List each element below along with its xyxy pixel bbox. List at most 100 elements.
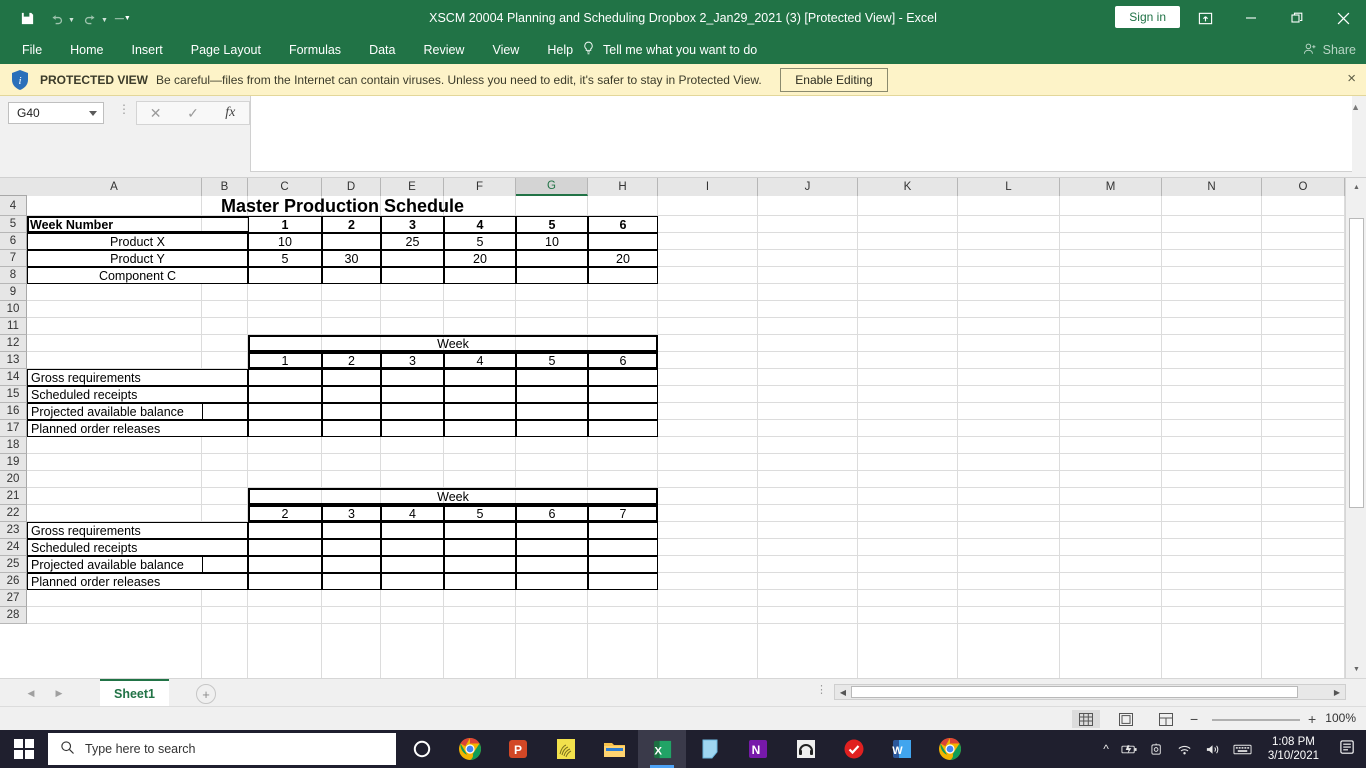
mps-cell-r0-w2[interactable] — [322, 233, 381, 250]
mps-cell-r2-w6[interactable] — [588, 267, 658, 284]
row-header-15[interactable]: 15 — [0, 386, 27, 403]
row-header-5[interactable]: 5 — [0, 216, 27, 233]
redo-dropdown-icon[interactable]: ▼ — [101, 17, 108, 24]
next-sheet-icon[interactable]: ▶ — [50, 685, 68, 701]
row-header-18[interactable]: 18 — [0, 437, 27, 454]
column-header-c[interactable]: C — [248, 178, 322, 196]
volume-icon[interactable] — [1199, 743, 1227, 756]
expand-formula-bar-icon[interactable]: ▲ — [1351, 102, 1360, 112]
mrp2-cell-r1-w5[interactable] — [516, 539, 588, 556]
column-header-j[interactable]: J — [758, 178, 858, 196]
battery-icon[interactable] — [1115, 743, 1144, 756]
mrp1-cell-r1-w6[interactable] — [588, 386, 658, 403]
mrp1-cell-r1-w2[interactable] — [322, 386, 381, 403]
mrp1-week-2[interactable]: 2 — [322, 352, 381, 369]
mrp2-week-2[interactable]: 2 — [248, 505, 322, 522]
mrp2-cell-r2-w4[interactable] — [444, 556, 516, 573]
column-header-m[interactable]: M — [1060, 178, 1162, 196]
normal-view-icon[interactable] — [1072, 710, 1100, 728]
vertical-scroll-thumb[interactable] — [1349, 218, 1364, 508]
check-icon[interactable]: ✓ — [174, 102, 211, 124]
mps-cell-r0-w4[interactable]: 5 — [444, 233, 516, 250]
row-header-11[interactable]: 11 — [0, 318, 27, 335]
page-break-preview-icon[interactable] — [1152, 710, 1180, 728]
mrp1-cell-r2-w1[interactable] — [248, 403, 322, 420]
mrp2-cell-r2-w2[interactable] — [322, 556, 381, 573]
column-header-o[interactable]: O — [1262, 178, 1345, 196]
mps-row-label-0[interactable]: Product X — [27, 233, 248, 250]
column-header-b[interactable]: B — [202, 178, 248, 196]
mrp2-week-4[interactable]: 4 — [381, 505, 444, 522]
mrp2-cell-r2-w5[interactable] — [516, 556, 588, 573]
mrp1-week-5[interactable]: 5 — [516, 352, 588, 369]
scroll-down-icon[interactable]: ▼ — [1346, 660, 1366, 678]
tell-me-search[interactable]: Tell me what you want to do — [582, 36, 757, 64]
thumbprint-icon[interactable] — [542, 730, 590, 768]
undo-dropdown-icon[interactable]: ▼ — [68, 17, 75, 24]
mrp1-cell-r0-w1[interactable] — [248, 369, 322, 386]
mrp1-row-label-1[interactable]: Scheduled receipts — [27, 386, 248, 403]
mps-week-header-4[interactable]: 4 — [444, 216, 516, 233]
row-header-19[interactable]: 19 — [0, 454, 27, 471]
keyboard-icon[interactable] — [1227, 743, 1258, 756]
column-header-e[interactable]: E — [381, 178, 444, 196]
mps-week-header-5[interactable]: 5 — [516, 216, 588, 233]
mps-cell-r0-w3[interactable]: 25 — [381, 233, 444, 250]
mps-row-label-2[interactable]: Component C — [27, 267, 248, 284]
mrp2-cell-r1-w4[interactable] — [444, 539, 516, 556]
mrp1-cell-r3-w1[interactable] — [248, 420, 322, 437]
row-header-6[interactable]: 6 — [0, 233, 27, 250]
mrp2-week-header[interactable]: Week — [248, 488, 658, 505]
previous-sheet-icon[interactable]: ◀ — [22, 685, 40, 701]
search-input[interactable]: Type here to search — [48, 733, 396, 765]
mps-cell-r2-w1[interactable] — [248, 267, 322, 284]
scroll-left-icon[interactable]: ◀ — [836, 686, 850, 698]
row-header-9[interactable]: 9 — [0, 284, 27, 301]
mps-cell-r1-w2[interactable]: 30 — [322, 250, 381, 267]
minimize-icon[interactable] — [1228, 0, 1274, 36]
row-header-24[interactable]: 24 — [0, 539, 27, 556]
column-header-f[interactable]: F — [444, 178, 516, 196]
mrp2-cell-r3-w2[interactable] — [322, 573, 381, 590]
mrp2-week-7[interactable]: 7 — [588, 505, 658, 522]
row-header-17[interactable]: 17 — [0, 420, 27, 437]
mrp1-cell-r1-w1[interactable] — [248, 386, 322, 403]
zoom-slider[interactable] — [1212, 719, 1300, 721]
mps-cell-r2-w4[interactable] — [444, 267, 516, 284]
name-box[interactable]: G40 — [8, 102, 104, 124]
show-hidden-icons-icon[interactable]: ^ — [1097, 742, 1115, 756]
mrp1-cell-r0-w5[interactable] — [516, 369, 588, 386]
row-header-10[interactable]: 10 — [0, 301, 27, 318]
row-header-25[interactable]: 25 — [0, 556, 27, 573]
row-header-14[interactable]: 14 — [0, 369, 27, 386]
mrp2-row-label-3[interactable]: Planned order releases — [27, 573, 248, 590]
enable-editing-button[interactable]: Enable Editing — [780, 68, 888, 92]
mrp2-cell-r2-w1[interactable] — [248, 556, 322, 573]
mps-cell-r1-w1[interactable]: 5 — [248, 250, 322, 267]
close-icon[interactable] — [1320, 0, 1366, 36]
mrp1-cell-r2-w2[interactable] — [322, 403, 381, 420]
restore-icon[interactable] — [1274, 0, 1320, 36]
mrp1-row-label-0[interactable]: Gross requirements — [27, 369, 248, 386]
mps-cell-r0-w5[interactable]: 10 — [516, 233, 588, 250]
mps-cell-r2-w2[interactable] — [322, 267, 381, 284]
word-icon[interactable]: W — [878, 730, 926, 768]
mrp2-cell-r3-w6[interactable] — [588, 573, 658, 590]
sticky-notes-icon[interactable] — [686, 730, 734, 768]
mps-week-header-2[interactable]: 2 — [322, 216, 381, 233]
mrp1-cell-r3-w3[interactable] — [381, 420, 444, 437]
mrp2-row-label-1[interactable]: Scheduled receipts — [27, 539, 248, 556]
clock[interactable]: 1:08 PM 3/10/2021 — [1258, 735, 1329, 763]
mrp2-cell-r0-w3[interactable] — [381, 522, 444, 539]
vertical-scrollbar[interactable]: ▲ ▼ — [1345, 178, 1366, 678]
page-layout-view-icon[interactable] — [1112, 710, 1140, 728]
mrp2-cell-r2-w3[interactable] — [381, 556, 444, 573]
row-header-8[interactable]: 8 — [0, 267, 27, 284]
mps-week-header-6[interactable]: 6 — [588, 216, 658, 233]
horizontal-scroll-thumb[interactable] — [851, 686, 1298, 698]
column-header-h[interactable]: H — [588, 178, 658, 196]
mrp2-cell-r1-w2[interactable] — [322, 539, 381, 556]
mps-cell-r0-w6[interactable] — [588, 233, 658, 250]
mrp1-week-header[interactable]: Week — [248, 335, 658, 352]
chevron-down-icon[interactable] — [89, 111, 97, 116]
